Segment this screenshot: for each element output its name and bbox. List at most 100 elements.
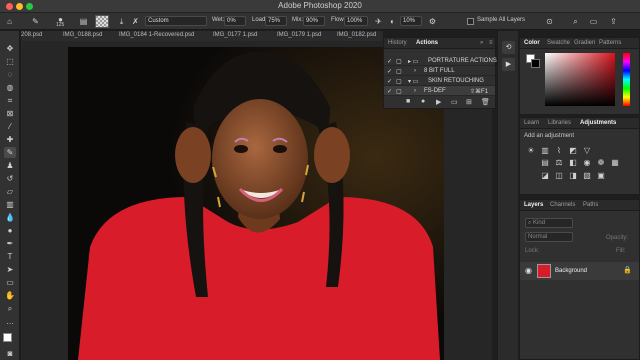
dialog-toggle-icon[interactable]: ▢ — [396, 58, 402, 65]
chevron-right-icon[interactable]: › — [414, 88, 416, 94]
zoom-tool-icon[interactable]: ⌕ — [4, 303, 16, 314]
gradient-map-icon[interactable]: ▧ — [582, 171, 592, 180]
brush-tool-icon[interactable]: ✎ — [4, 147, 16, 158]
background-color-chip[interactable] — [531, 59, 540, 68]
panel-menu-icon[interactable]: ≡ — [489, 40, 493, 46]
rectangle-tool-icon[interactable]: ▭ — [4, 277, 16, 288]
levels-icon[interactable]: ▥ — [540, 146, 550, 155]
search-icon[interactable]: ⌕ — [570, 16, 581, 27]
doc-tab[interactable]: IMG_0188.psd — [63, 32, 102, 41]
doc-tab[interactable]: IMG_0184 1-Recovered.psd — [119, 32, 194, 41]
clone-stamp-tool-icon[interactable]: ♟ — [4, 160, 16, 171]
blur-tool-icon[interactable]: 💧 — [4, 212, 16, 223]
collapse-icon[interactable]: » — [480, 40, 483, 46]
hand-tool-icon[interactable]: ✋ — [4, 290, 16, 301]
brush-panel-icon[interactable]: ▤ — [78, 16, 89, 27]
doc-tab[interactable]: IMG_0179 1.psd — [277, 32, 321, 41]
eyedropper-tool-icon[interactable]: ⁄ — [4, 121, 16, 132]
color-balance-icon[interactable]: ⚖ — [554, 158, 564, 167]
dialog-toggle-icon[interactable]: ▢ — [396, 78, 402, 85]
color-field[interactable] — [545, 53, 615, 106]
doc-tab[interactable]: 208.psd — [21, 32, 42, 41]
hue-slider[interactable] — [623, 53, 630, 106]
tab-color[interactable]: Color — [524, 40, 540, 46]
quick-mask-icon[interactable]: ◙ — [4, 348, 16, 359]
vibrance-icon[interactable]: ▽ — [582, 146, 592, 155]
airbrush-icon[interactable]: ✈ — [373, 16, 384, 27]
photo-filter-icon[interactable]: ◉ — [582, 158, 592, 167]
doc-tab[interactable]: IMG_0182.psd — [337, 32, 376, 41]
layer-filter-select[interactable]: ⌕ Kind — [525, 218, 573, 228]
action-row[interactable]: ✓ ▢ ▸ ▭ PORTRATURE ACTIONS — [384, 56, 497, 66]
visibility-eye-icon[interactable]: ◉ — [525, 266, 532, 275]
path-selection-tool-icon[interactable]: ➤ — [4, 264, 16, 275]
clean-brush-icon[interactable]: ✗ — [130, 16, 141, 27]
selective-color-icon[interactable]: ▣ — [596, 171, 606, 180]
delete-icon[interactable]: 🗑 — [481, 98, 490, 106]
mix-combination-select[interactable]: Custom — [145, 16, 207, 26]
mixer-brush-icon[interactable]: ✎ — [30, 16, 41, 27]
check-icon[interactable]: ✓ — [387, 68, 392, 75]
tab-libraries[interactable]: Libraries — [548, 120, 571, 126]
blend-mode-select[interactable]: Normal — [525, 232, 573, 242]
tab-learn[interactable]: Learn — [524, 120, 539, 126]
dialog-toggle-icon[interactable]: ▢ — [396, 88, 402, 95]
play-icon[interactable]: ▶ — [436, 98, 441, 106]
lasso-tool-icon[interactable]: ◌ — [4, 69, 16, 80]
pen-tool-icon[interactable]: ✒ — [4, 238, 16, 249]
type-tool-icon[interactable]: T — [4, 251, 16, 262]
gradient-tool-icon[interactable]: ▥ — [4, 199, 16, 210]
stop-icon[interactable]: ■ — [406, 98, 410, 105]
threshold-icon[interactable]: ◨ — [568, 171, 578, 180]
move-tool-icon[interactable]: ✥ — [4, 43, 16, 54]
settings-gear-icon[interactable]: ⚙ — [427, 16, 438, 27]
channel-mixer-icon[interactable]: ❁ — [596, 158, 606, 167]
more-tools-icon[interactable]: … — [4, 316, 16, 327]
check-icon[interactable]: ✓ — [387, 88, 392, 95]
chevron-right-icon[interactable]: › — [414, 68, 416, 74]
eraser-tool-icon[interactable]: ▱ — [4, 186, 16, 197]
marquee-tool-icon[interactable]: ⬚ — [4, 56, 16, 67]
posterize-icon[interactable]: ◫ — [554, 171, 564, 180]
tab-channels[interactable]: Channels — [550, 202, 575, 208]
workspace-icon[interactable]: ▭ — [588, 16, 599, 27]
brightness-contrast-icon[interactable]: ☀ — [526, 146, 536, 155]
new-action-icon[interactable]: ⊞ — [466, 98, 472, 106]
new-set-icon[interactable]: ▭ — [451, 98, 458, 106]
tab-actions[interactable]: Actions — [416, 40, 438, 46]
load-brush-icon[interactable]: ⤓ — [116, 16, 127, 27]
tab-layers[interactable]: Layers — [524, 202, 543, 208]
layer-row[interactable]: ◉ Background 🔒 — [520, 262, 639, 280]
pressure-icon[interactable]: ⊙ — [544, 16, 555, 27]
tab-swatches[interactable]: Swatche — [547, 40, 570, 46]
action-row-selected[interactable]: ✓ ▢ › FS-DEF ⇧⌘F1 — [384, 86, 495, 96]
share-icon[interactable]: ⇪ — [608, 16, 619, 27]
smoothing-icon[interactable]: ◐ — [387, 16, 398, 27]
flow-field[interactable]: 100% — [344, 16, 368, 26]
dodge-tool-icon[interactable]: ● — [4, 225, 16, 236]
history-panel-icon[interactable]: ⟲ — [502, 41, 515, 54]
dialog-toggle-icon[interactable]: ▢ — [396, 68, 402, 75]
home-icon[interactable]: ⌂ — [4, 16, 15, 27]
invert-icon[interactable]: ◪ — [540, 171, 550, 180]
check-icon[interactable]: ✓ — [387, 78, 392, 85]
tab-adjustments[interactable]: Adjustments — [580, 120, 616, 126]
hue-saturation-icon[interactable]: ▤ — [540, 158, 550, 167]
tab-patterns[interactable]: Patterns — [599, 40, 621, 46]
frame-tool-icon[interactable]: ⊠ — [4, 108, 16, 119]
wet-field[interactable]: 0% — [224, 16, 246, 26]
color-lookup-icon[interactable]: ▦ — [610, 158, 620, 167]
sample-all-layers-checkbox[interactable] — [467, 18, 474, 25]
current-load-swatch[interactable] — [95, 15, 109, 28]
load-field[interactable]: 75% — [265, 16, 287, 26]
tab-paths[interactable]: Paths — [583, 202, 598, 208]
history-brush-tool-icon[interactable]: ↺ — [4, 173, 16, 184]
healing-brush-tool-icon[interactable]: ✚ — [4, 134, 16, 145]
doc-tab[interactable]: IMG_0177 1.psd — [213, 32, 257, 41]
black-white-icon[interactable]: ◧ — [568, 158, 578, 167]
mix-field[interactable]: 90% — [303, 16, 325, 26]
curves-icon[interactable]: ⌇ — [554, 146, 564, 155]
exposure-icon[interactable]: ◩ — [568, 146, 578, 155]
actions-panel-icon[interactable]: ▶ — [502, 58, 515, 71]
tab-gradients[interactable]: Gradien — [574, 40, 595, 46]
